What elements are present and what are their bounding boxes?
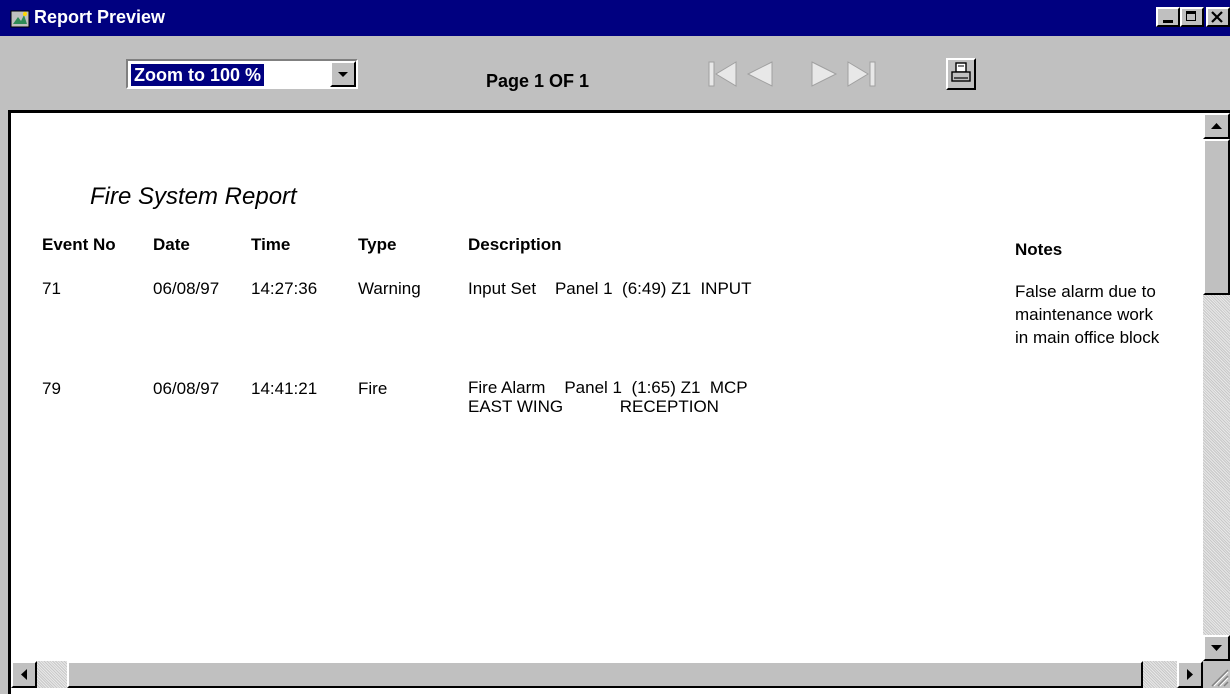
scroll-down-button[interactable] (1203, 635, 1230, 661)
column-header-notes: Notes (1015, 240, 1063, 259)
cell-notes-line: maintenance work (1015, 305, 1153, 324)
report-page: Fire System Report Event No Date Time Ty… (11, 113, 1203, 661)
report-preview-window: Report Preview Zoom to 100 % Page 1 OF 1 (0, 0, 1230, 694)
arrow-right-icon (1187, 669, 1193, 680)
horizontal-scroll-thumb[interactable] (67, 661, 1143, 688)
next-page-button[interactable] (808, 58, 842, 90)
close-button[interactable] (1206, 7, 1230, 27)
printer-icon (951, 62, 971, 82)
cell-event-no: 71 (42, 279, 61, 298)
first-page-button[interactable] (706, 58, 740, 90)
first-page-icon (708, 61, 737, 87)
cell-notes-line: False alarm due to (1015, 282, 1156, 301)
report-title: Fire System Report (90, 183, 297, 210)
scroll-right-button[interactable] (1177, 661, 1203, 688)
minimize-icon (1163, 20, 1173, 23)
minimize-button[interactable] (1156, 7, 1180, 27)
cell-description-line: Fire Alarm Panel 1 (1:65) Z1 MCP (468, 378, 748, 397)
print-button[interactable] (946, 58, 976, 90)
column-header-event-no: Event No (42, 235, 116, 254)
scroll-left-button[interactable] (11, 661, 37, 688)
arrow-down-icon (1211, 645, 1222, 651)
report-app-icon[interactable] (10, 9, 30, 29)
resize-grip-icon (1211, 669, 1229, 687)
cell-description: Input Set Panel 1 (6:49) Z1 INPUT (468, 279, 752, 298)
title-bar[interactable]: Report Preview (0, 0, 1230, 36)
next-page-icon (811, 61, 838, 87)
previous-page-button[interactable] (742, 58, 776, 90)
cell-description-line: EAST WING RECEPTION (468, 397, 719, 416)
scroll-up-button[interactable] (1203, 113, 1230, 139)
previous-page-icon (746, 61, 773, 87)
cell-notes-line: in main office block (1015, 328, 1160, 347)
toolbar: Zoom to 100 % Page 1 OF 1 (0, 36, 1230, 110)
column-header-type: Type (358, 235, 397, 254)
cell-event-no: 79 (42, 379, 61, 398)
maximize-button[interactable] (1180, 7, 1204, 27)
arrow-left-icon (21, 669, 27, 680)
cell-type: Warning (358, 279, 421, 298)
close-icon (1211, 11, 1223, 23)
column-header-date: Date (153, 235, 190, 254)
page-indicator: Page 1 OF 1 (486, 71, 590, 91)
size-grip[interactable] (1203, 661, 1230, 688)
report-viewport: Fire System Report Event No Date Time Ty… (8, 110, 1230, 694)
column-header-description: Description (468, 235, 562, 254)
zoom-selected-value: Zoom to 100 % (131, 64, 265, 86)
zoom-select[interactable]: Zoom to 100 % (126, 59, 358, 89)
last-page-button[interactable] (846, 58, 880, 90)
vertical-scroll-thumb[interactable] (1203, 139, 1230, 295)
last-page-icon (847, 61, 876, 87)
maximize-icon (1186, 11, 1196, 21)
cell-type: Fire (358, 379, 388, 398)
chevron-down-icon (338, 72, 348, 77)
arrow-up-icon (1211, 123, 1222, 129)
vertical-scrollbar[interactable] (1203, 113, 1230, 661)
cell-time: 14:27:36 (251, 279, 318, 298)
cell-time: 14:41:21 (251, 379, 318, 398)
window-title: Report Preview (34, 7, 166, 27)
column-header-time: Time (251, 235, 291, 254)
zoom-dropdown-button[interactable] (330, 61, 356, 87)
horizontal-scrollbar[interactable] (11, 661, 1203, 688)
cell-date: 06/08/97 (153, 379, 220, 398)
cell-date: 06/08/97 (153, 279, 220, 298)
